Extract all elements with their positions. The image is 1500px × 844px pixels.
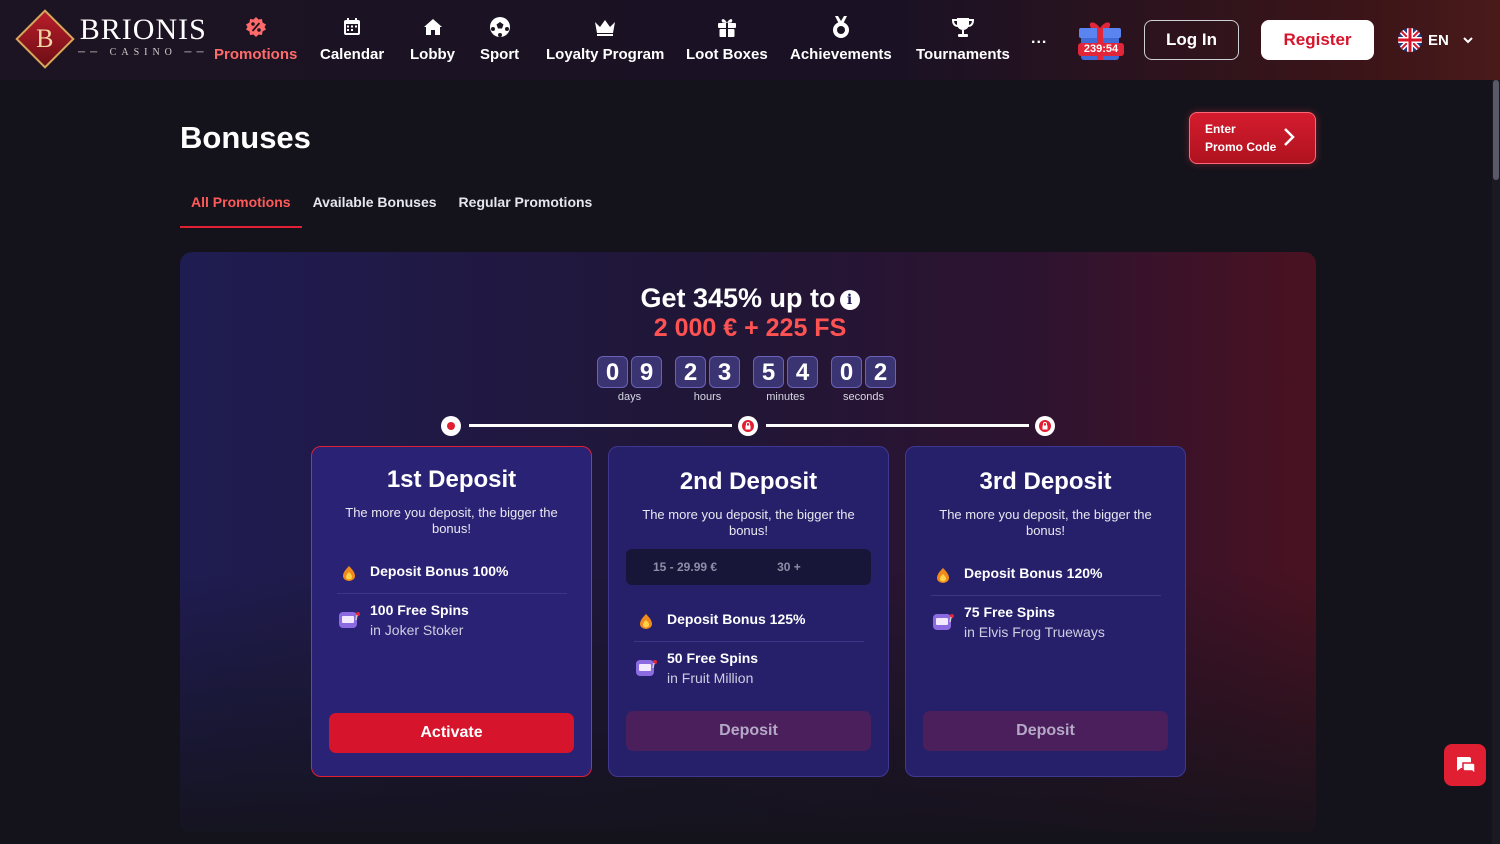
bonus-amount: 2 000 € + 225 FS — [653, 314, 847, 342]
trophy-icon — [951, 14, 974, 40]
info-icon[interactable]: i — [839, 290, 860, 310]
language-code: EN — [1428, 31, 1449, 49]
chevron-right-icon — [1283, 127, 1295, 153]
tab-all-promotions[interactable]: All Promotions — [180, 188, 302, 228]
bonus-headline: Get 345% up to i — [0, 283, 1500, 314]
live-chat-button[interactable] — [1444, 744, 1486, 786]
promotion-tabs: All Promotions Available Bonuses Regular… — [180, 188, 603, 228]
countdown-hours: 23 hours — [675, 356, 740, 403]
login-button[interactable]: Log In — [1144, 20, 1239, 60]
step-lock-icon — [1035, 416, 1055, 436]
card-subtitle: The more you deposit, the bigger the bon… — [939, 507, 1152, 538]
percent-badge-icon — [245, 14, 267, 40]
card-title: 2nd Deposit — [679, 468, 818, 495]
gift-icon — [716, 14, 738, 40]
deposit-card-2: 2nd Deposit The more you deposit, the bi… — [608, 446, 889, 777]
step-active-dot — [441, 416, 461, 436]
brand-logo[interactable]: B BRIONIS ── CASINO ── — [15, 9, 209, 69]
deposit-button[interactable]: Deposit — [923, 711, 1168, 751]
range-option[interactable]: 30 + — [777, 560, 801, 574]
nav-loyalty-program[interactable]: Loyalty Program — [546, 14, 664, 63]
chat-bubble-icon — [1457, 757, 1476, 776]
crown-icon — [593, 14, 617, 40]
progress-line — [766, 424, 1029, 427]
logo-diamond-icon: B — [15, 9, 75, 69]
perk-free-spins: 100 Free Spins in Joker Stoker — [337, 600, 567, 640]
deposit-card-1: 1st Deposit The more you deposit, the bi… — [311, 446, 592, 777]
page-title: Bonuses — [180, 120, 311, 155]
fire-bag-icon — [337, 561, 361, 585]
uk-flag-icon — [1398, 28, 1422, 52]
perk-free-spins: 50 Free Spins in Fruit Million — [634, 648, 864, 688]
top-navbar: B BRIONIS ── CASINO ── Promotions Calend… — [0, 0, 1500, 80]
perk-free-spins: 75 Free Spins in Elvis Frog Trueways — [931, 602, 1161, 642]
tab-available-bonuses[interactable]: Available Bonuses — [302, 188, 448, 228]
nav-tournaments[interactable]: Tournaments — [916, 14, 1010, 63]
fire-bag-icon — [931, 563, 955, 587]
fire-bag-icon — [634, 609, 658, 633]
register-button[interactable]: Register — [1261, 20, 1374, 60]
gift-timer: 239:54 — [1078, 43, 1124, 56]
chevron-down-icon — [1463, 33, 1473, 47]
soccer-ball-icon — [489, 14, 511, 40]
home-icon — [423, 14, 443, 40]
calendar-icon — [342, 14, 362, 40]
slot-machine-icon — [931, 610, 955, 634]
card-title: 3rd Deposit — [979, 468, 1112, 495]
card-subtitle: The more you deposit, the bigger the bon… — [345, 505, 558, 536]
more-menu-button[interactable]: ... — [1031, 30, 1047, 48]
deposit-range-selector[interactable]: 15 - 29.99 € 30 + — [626, 549, 871, 585]
gift-box-icon[interactable] — [1077, 18, 1123, 64]
progress-line — [469, 424, 732, 427]
perk-deposit-bonus: Deposit Bonus 120% — [931, 563, 1161, 587]
nav-lobby[interactable]: Lobby — [410, 14, 455, 63]
page-scrollbar[interactable] — [1492, 80, 1500, 844]
perk-deposit-bonus: Deposit Bonus 125% — [634, 609, 864, 633]
perk-deposit-bonus: Deposit Bonus 100% — [337, 561, 567, 585]
medal-icon — [830, 14, 852, 40]
card-subtitle: The more you deposit, the bigger the bon… — [642, 507, 855, 538]
nav-promotions[interactable]: Promotions — [214, 14, 297, 63]
deposit-card-3: 3rd Deposit The more you deposit, the bi… — [905, 446, 1186, 777]
step-lock-icon — [738, 416, 758, 436]
enter-promo-code-button[interactable]: Enter Promo Code — [1189, 112, 1316, 164]
countdown-seconds: 02 seconds — [831, 356, 896, 403]
brand-name: BRIONIS — [79, 12, 207, 46]
slot-machine-icon — [634, 656, 658, 680]
deposit-button[interactable]: Deposit — [626, 711, 871, 751]
language-selector[interactable]: EN — [1398, 28, 1473, 52]
nav-sport[interactable]: Sport — [480, 14, 519, 63]
slot-machine-icon — [337, 608, 361, 632]
nav-loot-boxes[interactable]: Loot Boxes — [686, 14, 768, 63]
range-option[interactable]: 15 - 29.99 € — [653, 560, 717, 574]
tab-regular-promotions[interactable]: Regular Promotions — [448, 188, 604, 228]
nav-calendar[interactable]: Calendar — [320, 14, 384, 63]
countdown-minutes: 54 minutes — [753, 356, 818, 403]
card-title: 1st Deposit — [386, 466, 517, 493]
activate-button[interactable]: Activate — [329, 713, 574, 753]
nav-achievements[interactable]: Achievements — [790, 14, 892, 63]
brand-sub: ── CASINO ── — [78, 46, 209, 58]
countdown-days: 09 days — [597, 356, 662, 403]
